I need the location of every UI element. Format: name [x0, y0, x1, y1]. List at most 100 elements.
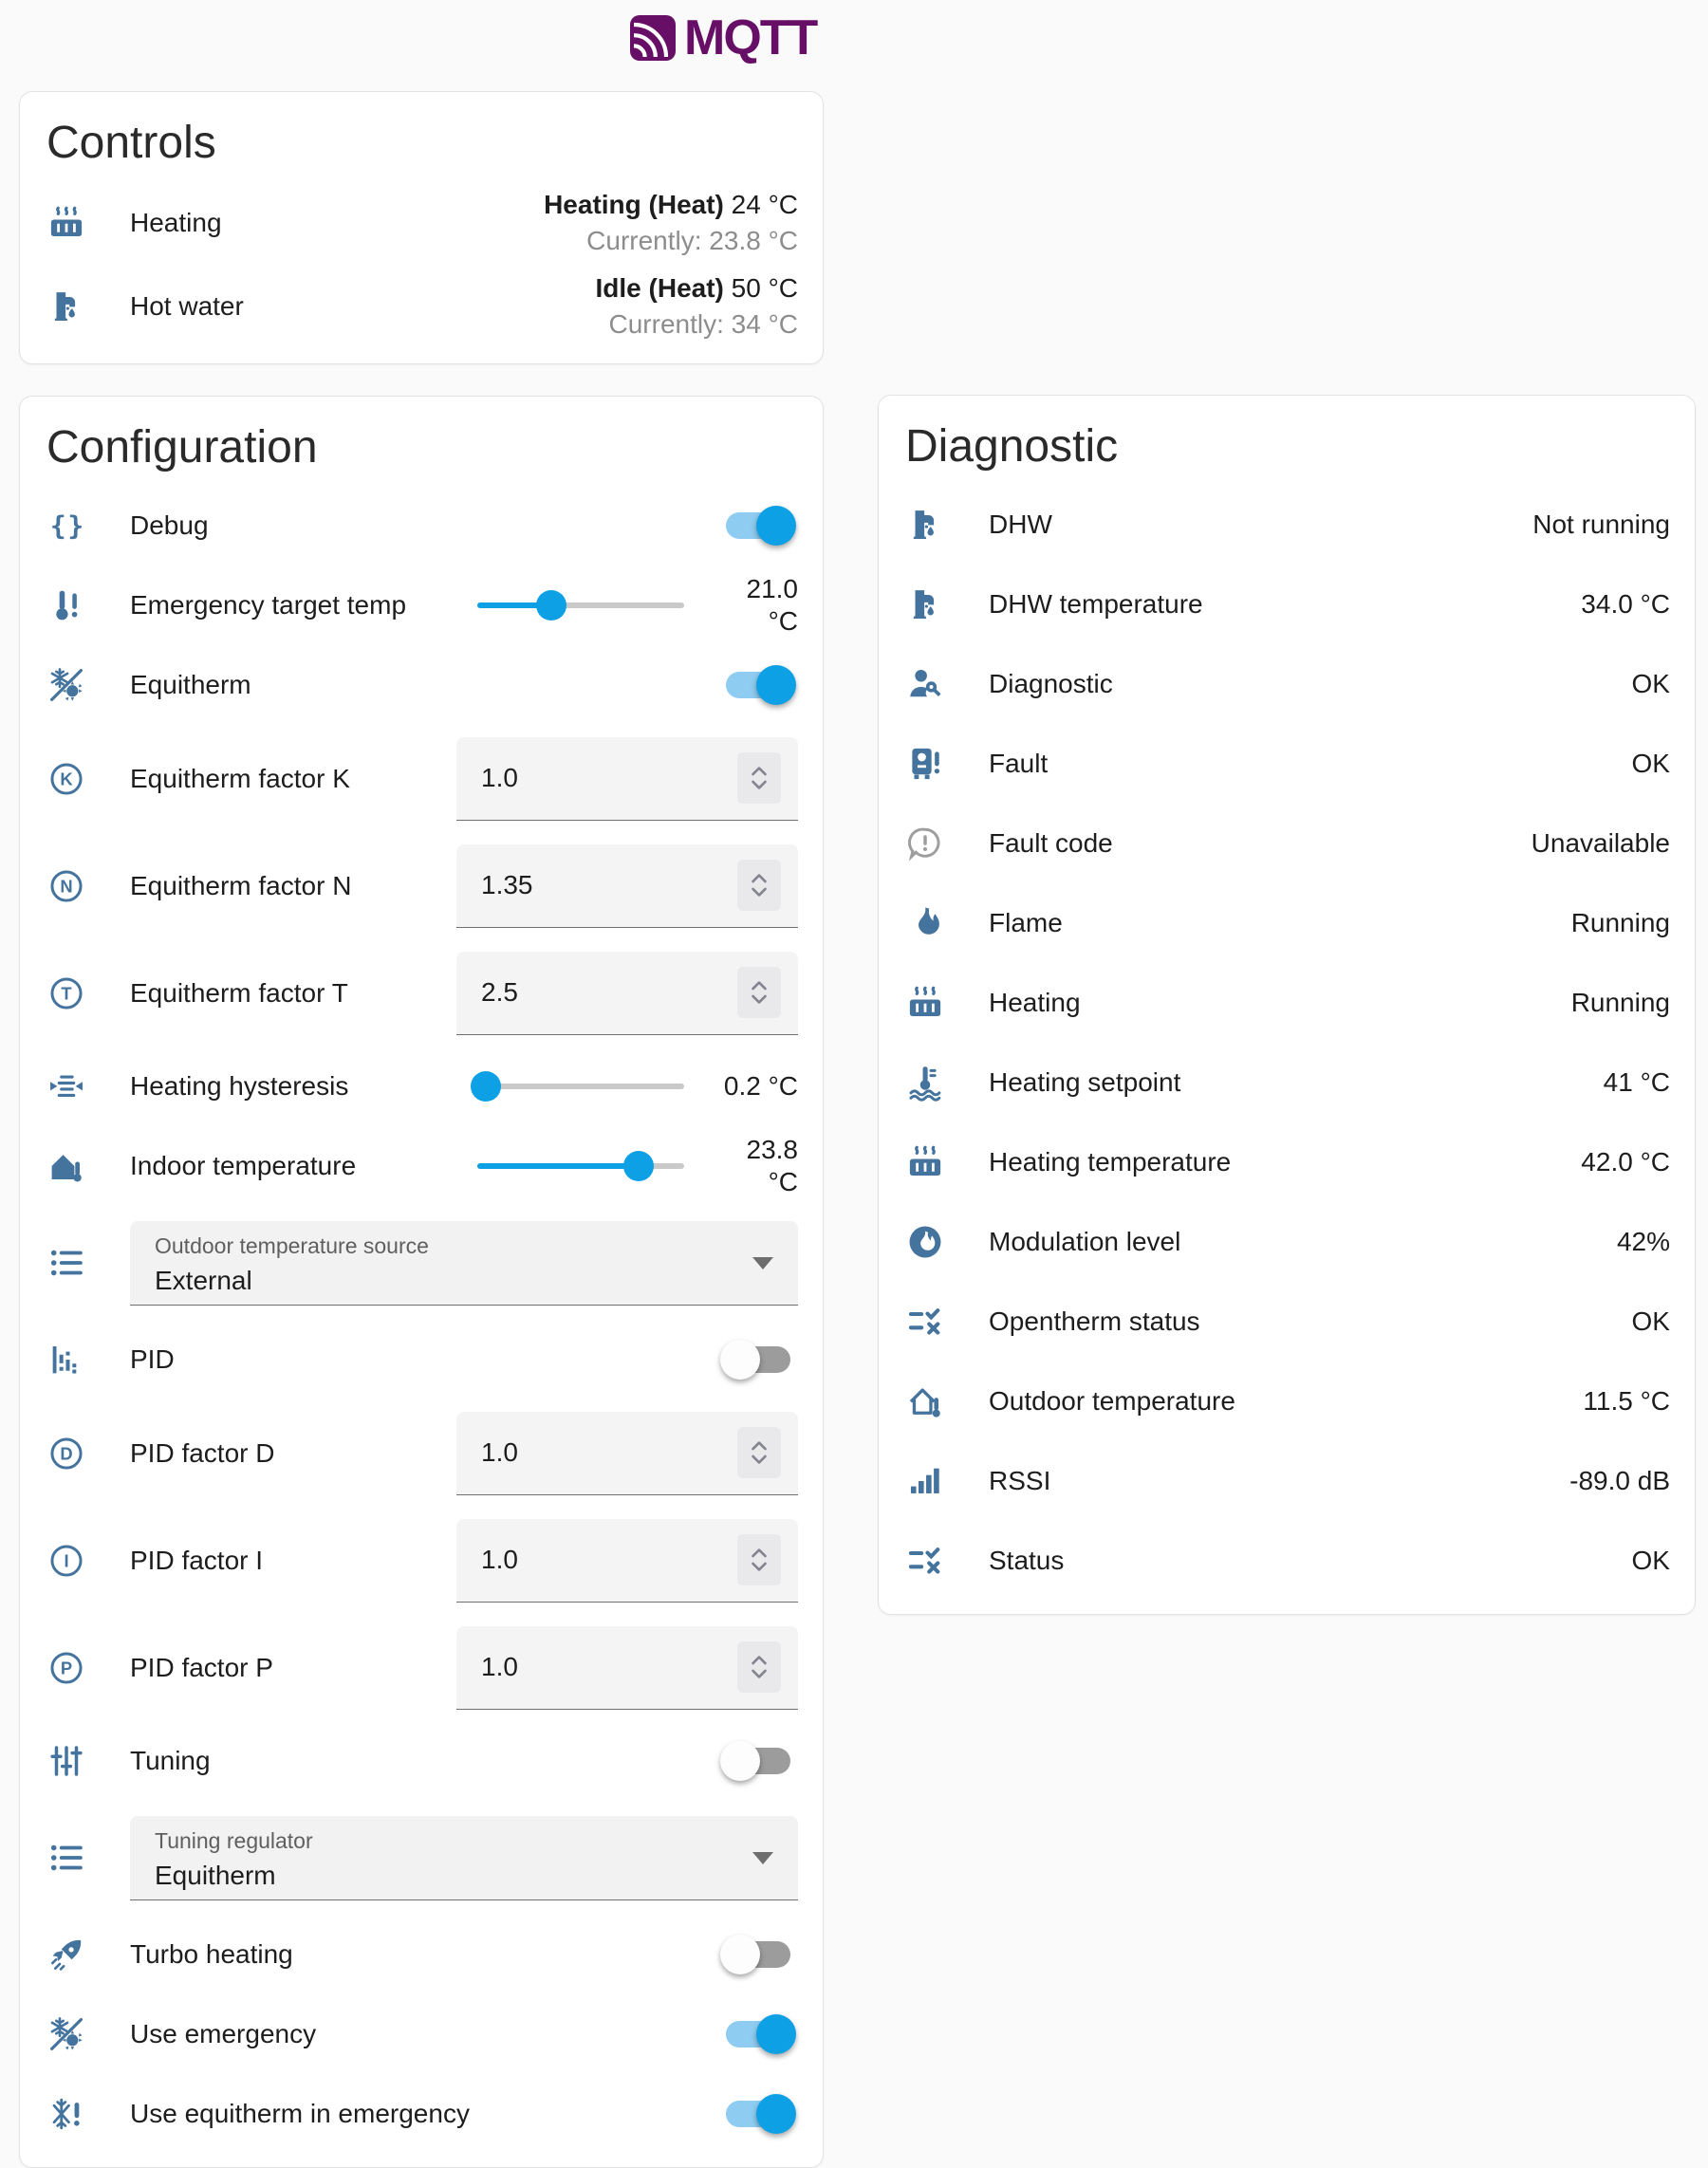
pid-factor-d-input[interactable]: 1.0 [456, 1412, 798, 1495]
use-emergency-toggle[interactable] [726, 2021, 790, 2048]
turbo-heating-toggle[interactable] [726, 1941, 790, 1968]
alpha-i-circle-icon: I [46, 1541, 86, 1581]
svg-text:I: I [64, 1550, 68, 1570]
diag-row-dhw[interactable]: DHW Not running [879, 485, 1695, 565]
chevron-up-down-icon [747, 869, 771, 901]
sensor-label: Heating setpoint [989, 1067, 1604, 1098]
sensor-value: 41 °C [1604, 1067, 1670, 1098]
diag-row-outdoor-temperature[interactable]: Outdoor temperature 11.5 °C [879, 1362, 1695, 1441]
number-stepper[interactable] [737, 860, 781, 911]
control-row-hot-water[interactable]: Hot water Idle (Heat) 50 °C Currently: 3… [20, 265, 823, 348]
sensor-value: Running [1571, 908, 1670, 938]
climate-state: Idle (Heat) 50 °C Currently: 34 °C [596, 270, 798, 343]
chevron-up-down-icon [747, 762, 771, 794]
config-row-turbo-heating: Turbo heating [20, 1915, 823, 1994]
setting-label: Use equitherm in emergency [130, 2099, 726, 2129]
svg-text:P: P [61, 1658, 72, 1677]
config-row-emergency-target-temp: Emergency target temp 21.0 °C [20, 565, 823, 645]
configuration-card: Configuration Debug Emergency target tem… [19, 396, 824, 2168]
configuration-title: Configuration [46, 421, 796, 474]
home-thermometer-icon [46, 1146, 86, 1186]
select-value: External [155, 1266, 741, 1296]
diag-row-modulation-level[interactable]: Modulation level 42% [879, 1202, 1695, 1282]
diag-row-heating-temperature[interactable]: Heating temperature 42.0 °C [879, 1122, 1695, 1202]
sensor-label: Fault [989, 749, 1632, 779]
sensor-label: Flame [989, 908, 1571, 938]
diag-row-flame[interactable]: Flame Running [879, 883, 1695, 963]
emergency-target-temp-slider[interactable] [477, 602, 684, 608]
dropdown-arrow-icon [752, 1257, 773, 1269]
number-stepper[interactable] [737, 752, 781, 804]
diag-row-opentherm-status[interactable]: Opentherm status OK [879, 1282, 1695, 1362]
code-braces-icon [46, 506, 86, 546]
sensor-value: Not running [1532, 510, 1670, 540]
diag-row-heating[interactable]: Heating Running [879, 963, 1695, 1043]
tuning-toggle[interactable] [726, 1748, 790, 1774]
number-stepper[interactable] [737, 1641, 781, 1693]
thermometer-alert-icon [46, 585, 86, 625]
pid-factor-i-input[interactable]: 1.0 [456, 1519, 798, 1603]
pid-toggle[interactable] [726, 1346, 790, 1373]
equitherm-factor-t-input[interactable]: 2.5 [456, 952, 798, 1035]
alpha-n-circle-icon: N [46, 866, 86, 906]
chevron-up-down-icon [747, 1436, 771, 1469]
equitherm-toggle[interactable] [726, 672, 790, 698]
debug-toggle[interactable] [726, 512, 790, 539]
alpha-k-circle-icon: K [46, 759, 86, 799]
diag-row-rssi[interactable]: RSSI -89.0 dB [879, 1441, 1695, 1521]
use-equitherm-in-emergency-toggle[interactable] [726, 2101, 790, 2127]
diag-row-fault-code[interactable]: Fault code Unavailable [879, 804, 1695, 883]
diagnostic-card: Diagnostic DHW Not running DHW temperatu… [878, 395, 1696, 1615]
setting-label: Equitherm factor T [130, 978, 456, 1009]
outdoor-temperature-source-select[interactable]: Outdoor temperature source External [130, 1221, 798, 1306]
controls-title: Controls [46, 117, 796, 170]
sensor-label: Heating [989, 988, 1571, 1018]
equitherm-factor-k-input[interactable]: 1.0 [456, 737, 798, 821]
sun-snowflake-icon [46, 665, 86, 705]
select-label: Tuning regulator [155, 1828, 741, 1854]
diagnostic-title: Diagnostic [905, 420, 1668, 473]
slider-thumb[interactable] [536, 590, 566, 621]
config-row-pid-factor-p: P PID factor P 1.0 [20, 1614, 823, 1721]
dropdown-arrow-icon [752, 1852, 773, 1864]
number-stepper[interactable] [737, 967, 781, 1018]
pid-factor-p-input[interactable]: 1.0 [456, 1626, 798, 1710]
setting-label: Turbo heating [130, 1939, 726, 1970]
sensor-label: Opentherm status [989, 1306, 1632, 1337]
diag-row-diagnostic[interactable]: Diagnostic OK [879, 644, 1695, 724]
equitherm-factor-n-input[interactable]: 1.35 [456, 844, 798, 928]
tuning-regulator-select[interactable]: Tuning regulator Equitherm [130, 1816, 798, 1900]
sensor-value: OK [1632, 669, 1670, 699]
sensor-value: -89.0 dB [1569, 1466, 1670, 1496]
slider-thumb[interactable] [471, 1071, 501, 1102]
svg-text:D: D [60, 1443, 72, 1463]
diag-row-status[interactable]: Status OK [879, 1521, 1695, 1601]
water-tap-icon [46, 287, 86, 326]
number-stepper[interactable] [737, 1427, 781, 1478]
list-status-icon [905, 1541, 945, 1581]
indoor-temperature-slider[interactable] [477, 1163, 684, 1169]
diag-row-dhw-temperature[interactable]: DHW temperature 34.0 °C [879, 565, 1695, 644]
number-stepper[interactable] [737, 1534, 781, 1585]
heating-hysteresis-slider[interactable] [477, 1084, 684, 1089]
config-row-tuning-regulator: Tuning regulator Equitherm [20, 1801, 823, 1915]
number-value: 1.35 [481, 870, 533, 900]
mqtt-logo-text: MQTT [684, 13, 816, 63]
config-row-outdoor-temperature-source: Outdoor temperature source External [20, 1206, 823, 1320]
sensor-label: Status [989, 1546, 1632, 1576]
sensor-value: 34.0 °C [1581, 589, 1670, 620]
sensor-label: Fault code [989, 828, 1532, 859]
slider-value: 0.2 °C [707, 1070, 798, 1103]
diag-row-heating-setpoint[interactable]: Heating setpoint 41 °C [879, 1043, 1695, 1122]
toggle-thumb [720, 1340, 760, 1380]
number-value: 2.5 [481, 977, 518, 1008]
setting-label: Heating hysteresis [130, 1071, 477, 1102]
sensor-label: DHW [989, 510, 1532, 540]
sensor-value: Running [1571, 988, 1670, 1018]
mqtt-logo-icon [630, 15, 676, 61]
diag-row-fault[interactable]: Fault OK [879, 724, 1695, 804]
slider-thumb[interactable] [623, 1151, 654, 1181]
control-row-heating[interactable]: Heating Heating (Heat) 24 °C Currently: … [20, 181, 823, 265]
arrow-collapse-horizontal-icon [46, 1066, 86, 1106]
sensor-label: DHW temperature [989, 589, 1581, 620]
